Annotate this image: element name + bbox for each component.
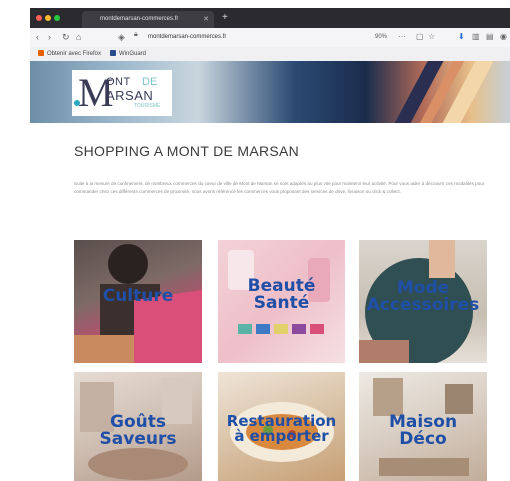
intro-text: Suite à la mesure de confinement, de nom… — [74, 181, 485, 194]
download-icon[interactable]: ⬇ — [458, 31, 465, 43]
page-title: SHOPPING A MONT DE MARSAN — [74, 143, 300, 159]
maximize-window-button[interactable] — [54, 15, 60, 21]
close-tab-icon[interactable]: ✕ — [203, 11, 209, 28]
shield-icon[interactable]: ◈ — [118, 31, 125, 43]
tile-label: Maison Déco — [388, 412, 458, 449]
reload-icon[interactable]: ↻ — [62, 31, 70, 43]
account-icon[interactable]: ◉ — [500, 31, 507, 43]
back-icon[interactable]: ‹ — [36, 31, 39, 43]
tile-gouts-saveurs[interactable]: Goûts Saveurs — [74, 372, 202, 481]
pocket-icon[interactable]: ▢ — [416, 31, 424, 43]
tile-restauration[interactable]: Restauration à emporter — [218, 372, 345, 481]
home-icon[interactable]: ⌂ — [76, 31, 81, 43]
tile-label: Restauration à emporter — [226, 412, 337, 445]
tile-label: Beauté Santé — [247, 276, 316, 313]
close-window-button[interactable] — [36, 15, 42, 21]
more-icon[interactable]: ··· — [398, 31, 406, 43]
address-bar: ‹ › ↻ ⌂ ◈ 🔒︎ montdemarsan-commerces.fr 9… — [30, 28, 510, 48]
new-tab-icon[interactable]: + — [222, 11, 228, 25]
firefox-icon — [38, 50, 44, 57]
tile-culture[interactable]: Culture — [74, 240, 202, 363]
browser-tab-bar: montdemarsan-commerces.fr ✕ + — [30, 8, 510, 28]
bookmark-winguard[interactable]: WinGuard — [110, 47, 146, 61]
tile-mode-accessoires[interactable]: Mode Accessoires — [359, 240, 487, 363]
library-icon[interactable]: ▥ — [472, 31, 480, 43]
site-logo[interactable]: M ONT DE ARSAN TOURISME — [72, 70, 172, 116]
sidebar-icon[interactable]: ▤ — [486, 31, 494, 43]
tab-title: montdemarsan-commerces.fr — [100, 16, 179, 22]
logo-tagline: TOURISME — [134, 103, 161, 109]
bookmark-firefox[interactable]: Obtenir avec Firefox — [38, 47, 101, 61]
logo-text: ONT — [106, 76, 131, 88]
tile-maison-deco[interactable]: Maison Déco — [359, 372, 487, 481]
bookmark-star-icon[interactable]: ☆ — [428, 31, 435, 43]
winguard-icon — [110, 50, 116, 57]
forward-icon[interactable]: › — [48, 31, 51, 43]
tile-label: Culture — [102, 286, 174, 306]
logo-text: DE — [142, 76, 158, 88]
minimize-window-button[interactable] — [45, 15, 51, 21]
logo-text: ARSAN — [106, 88, 154, 103]
zoom-level[interactable]: 90% — [375, 31, 387, 44]
url-field[interactable]: montdemarsan-commerces.fr — [148, 31, 368, 44]
lock-icon[interactable]: 🔒︎ — [134, 31, 138, 39]
browser-tab[interactable]: montdemarsan-commerces.fr ✕ — [82, 11, 214, 28]
tile-label: Goûts Saveurs — [99, 412, 177, 449]
tile-label: Mode Accessoires — [366, 278, 480, 315]
tile-beaute-sante[interactable]: Beauté Santé — [218, 240, 345, 363]
bookmarks-bar: Obtenir avec Firefox WinGuard — [30, 47, 510, 62]
